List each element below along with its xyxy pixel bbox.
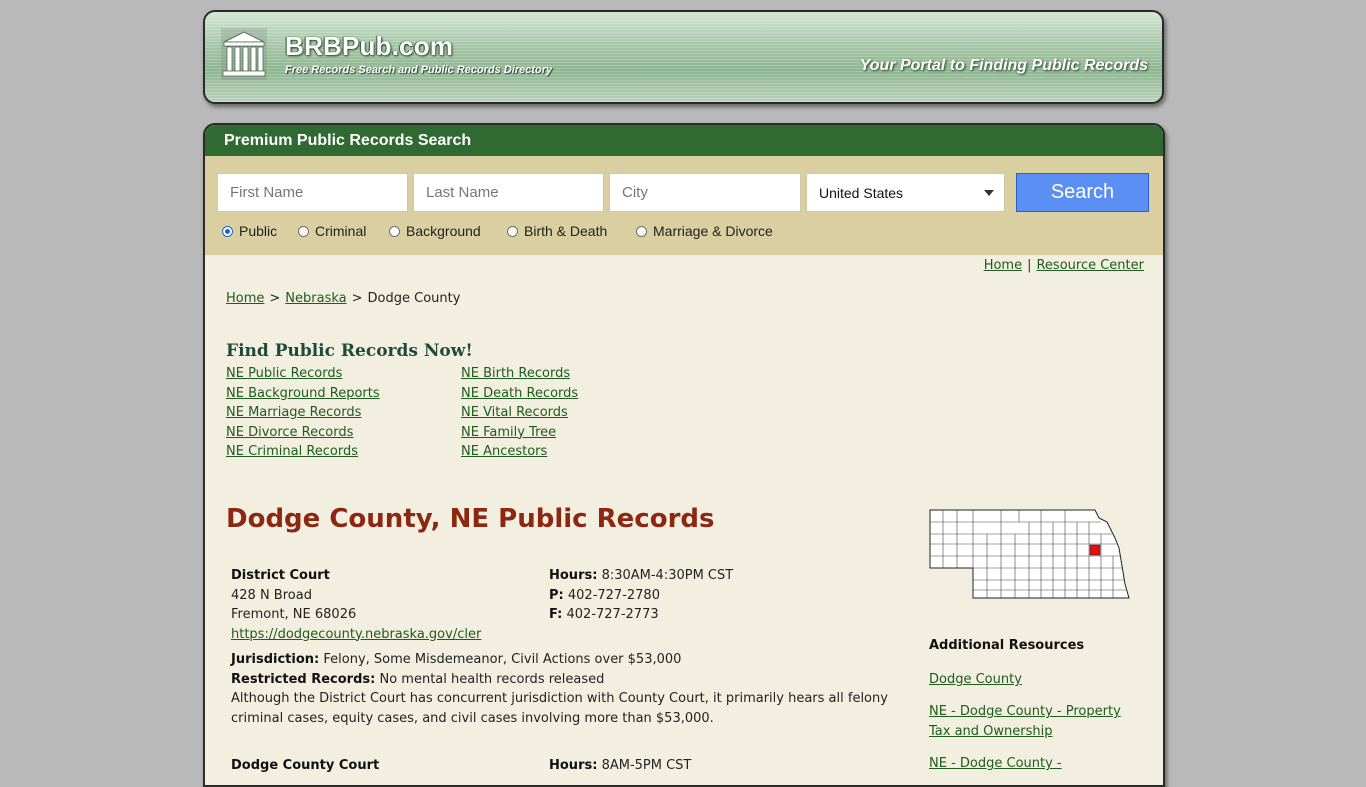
additional-resources-links: Dodge County NE - Dodge County - Propert… [929, 670, 1139, 785]
radio-label: Public [239, 223, 278, 239]
search-button[interactable]: Search [1016, 173, 1149, 212]
office-website-link[interactable]: https://dodgecounty.nebraska.gov/cler [231, 627, 481, 642]
radio-label: Birth & Death [524, 223, 608, 239]
search-form: First Name Last Name City United States … [205, 156, 1163, 255]
search-title: Premium Public Records Search [224, 132, 472, 149]
office-fax: 402-727-2773 [566, 607, 659, 622]
phone-label: P: [549, 587, 564, 603]
link-separator: | [1027, 258, 1032, 273]
top-links: Home | Resource Center [984, 258, 1144, 273]
office-hours-phones: Hours: 8AM-5PM CST [549, 756, 849, 776]
link-ne-background-reports[interactable]: NE Background Reports [226, 384, 380, 404]
breadcrumb-home[interactable]: Home [226, 291, 264, 306]
link-ne-divorce-records[interactable]: NE Divorce Records [226, 423, 380, 443]
breadcrumb-state[interactable]: Nebraska [285, 291, 346, 306]
radio-marriage-divorce[interactable]: Marriage & Divorce [636, 222, 773, 240]
radio-dot-icon [636, 225, 647, 237]
breadcrumb: Home > Nebraska > Dodge County [226, 291, 460, 306]
last-name-input[interactable]: Last Name [413, 173, 604, 212]
find-records-left-links: NE Public Records NE Background Reports … [226, 364, 380, 462]
fax-label: F: [549, 607, 563, 622]
dropdown-arrow-icon [984, 190, 994, 196]
breadcrumb-separator: > [269, 291, 281, 306]
header-slogan: Your Portal to Finding Public Records [859, 57, 1148, 74]
additional-resources-heading: Additional Resources [929, 638, 1085, 653]
radio-dot-icon [222, 225, 233, 237]
search-title-bar: Premium Public Records Search [205, 125, 1163, 156]
site-header: BRBPub.com Free Records Search and Publi… [203, 10, 1164, 104]
find-records-right-links: NE Birth Records NE Death Records NE Vit… [461, 364, 578, 462]
first-name-input[interactable]: First Name [217, 173, 408, 212]
site-name[interactable]: BRBPub.com [285, 31, 453, 62]
radio-birth-death[interactable]: Birth & Death [507, 222, 607, 240]
office-hours-phones: Hours: 8:30AM-4:30PM CST P: 402-727-2780… [549, 566, 849, 625]
radio-label: Background [406, 223, 481, 239]
radio-public[interactable]: Public [222, 222, 277, 240]
office-hours: 8AM-5PM CST [601, 758, 692, 773]
radio-background[interactable]: Background [389, 222, 481, 240]
radio-label: Marriage & Divorce [653, 223, 773, 239]
breadcrumb-separator: > [351, 291, 363, 306]
link-ne-criminal-records[interactable]: NE Criminal Records [226, 442, 380, 462]
hours-label: Hours: [549, 758, 598, 773]
main-panel: Premium Public Records Search First Name… [203, 123, 1165, 787]
radio-dot-icon [507, 225, 518, 237]
radio-criminal[interactable]: Criminal [298, 222, 366, 240]
radio-label: Criminal [315, 223, 367, 239]
resource-link-dodge-county-more[interactable]: NE - Dodge County - [929, 754, 1139, 774]
office-contact: District Court 428 N Broad Fremont, NE 6… [231, 566, 531, 644]
link-ne-birth-records[interactable]: NE Birth Records [461, 364, 578, 384]
office-name: District Court [231, 568, 330, 583]
city-input[interactable]: City [609, 173, 801, 212]
link-ne-public-records[interactable]: NE Public Records [226, 364, 380, 384]
dodge-county-highlight [1089, 544, 1101, 556]
office-address-line1: 428 N Broad [231, 587, 312, 603]
courthouse-logo-icon[interactable] [221, 28, 267, 80]
radio-dot-icon [298, 225, 309, 237]
office-address-line2: Fremont, NE 68026 [231, 607, 357, 622]
nebraska-map-icon[interactable] [929, 508, 1131, 604]
hours-label: Hours: [549, 568, 598, 583]
office-jurisdiction: Felony, Some Misdemeanor, Civil Actions … [323, 652, 682, 667]
find-records-heading: Find Public Records Now! [226, 341, 473, 361]
country-select-value: United States [819, 185, 904, 201]
page-title: Dodge County, NE Public Records [226, 504, 715, 534]
jurisdiction-label: Jurisdiction: [231, 652, 320, 667]
breadcrumb-current: Dodge County [367, 291, 461, 306]
resource-link-property-tax[interactable]: NE - Dodge County - Property Tax and Own… [929, 702, 1139, 742]
office-restricted: No mental health records released [379, 671, 605, 687]
resource-link-dodge-county[interactable]: Dodge County [929, 670, 1139, 690]
office-hours: 8:30AM-4:30PM CST [601, 568, 734, 583]
office-description: Although the District Court has concurre… [231, 691, 888, 726]
radio-dot-icon [389, 225, 400, 237]
link-ne-vital-records[interactable]: NE Vital Records [461, 403, 578, 423]
link-ne-death-records[interactable]: NE Death Records [461, 384, 578, 404]
link-ne-family-tree[interactable]: NE Family Tree [461, 423, 578, 443]
restricted-label: Restricted Records: [231, 671, 376, 687]
office-details: Jurisdiction: Felony, Some Misdemeanor, … [231, 650, 911, 728]
office-phone: 402-727-2780 [567, 587, 660, 603]
link-ne-ancestors[interactable]: NE Ancestors [461, 442, 578, 462]
home-link[interactable]: Home [984, 258, 1022, 273]
office-name: Dodge County Court [231, 758, 380, 773]
resource-center-link[interactable]: Resource Center [1036, 258, 1144, 273]
site-tagline: Free Records Search and Public Records D… [285, 64, 553, 76]
country-select[interactable]: United States [806, 173, 1005, 212]
office-contact: Dodge County Court [231, 756, 531, 776]
link-ne-marriage-records[interactable]: NE Marriage Records [226, 403, 380, 423]
